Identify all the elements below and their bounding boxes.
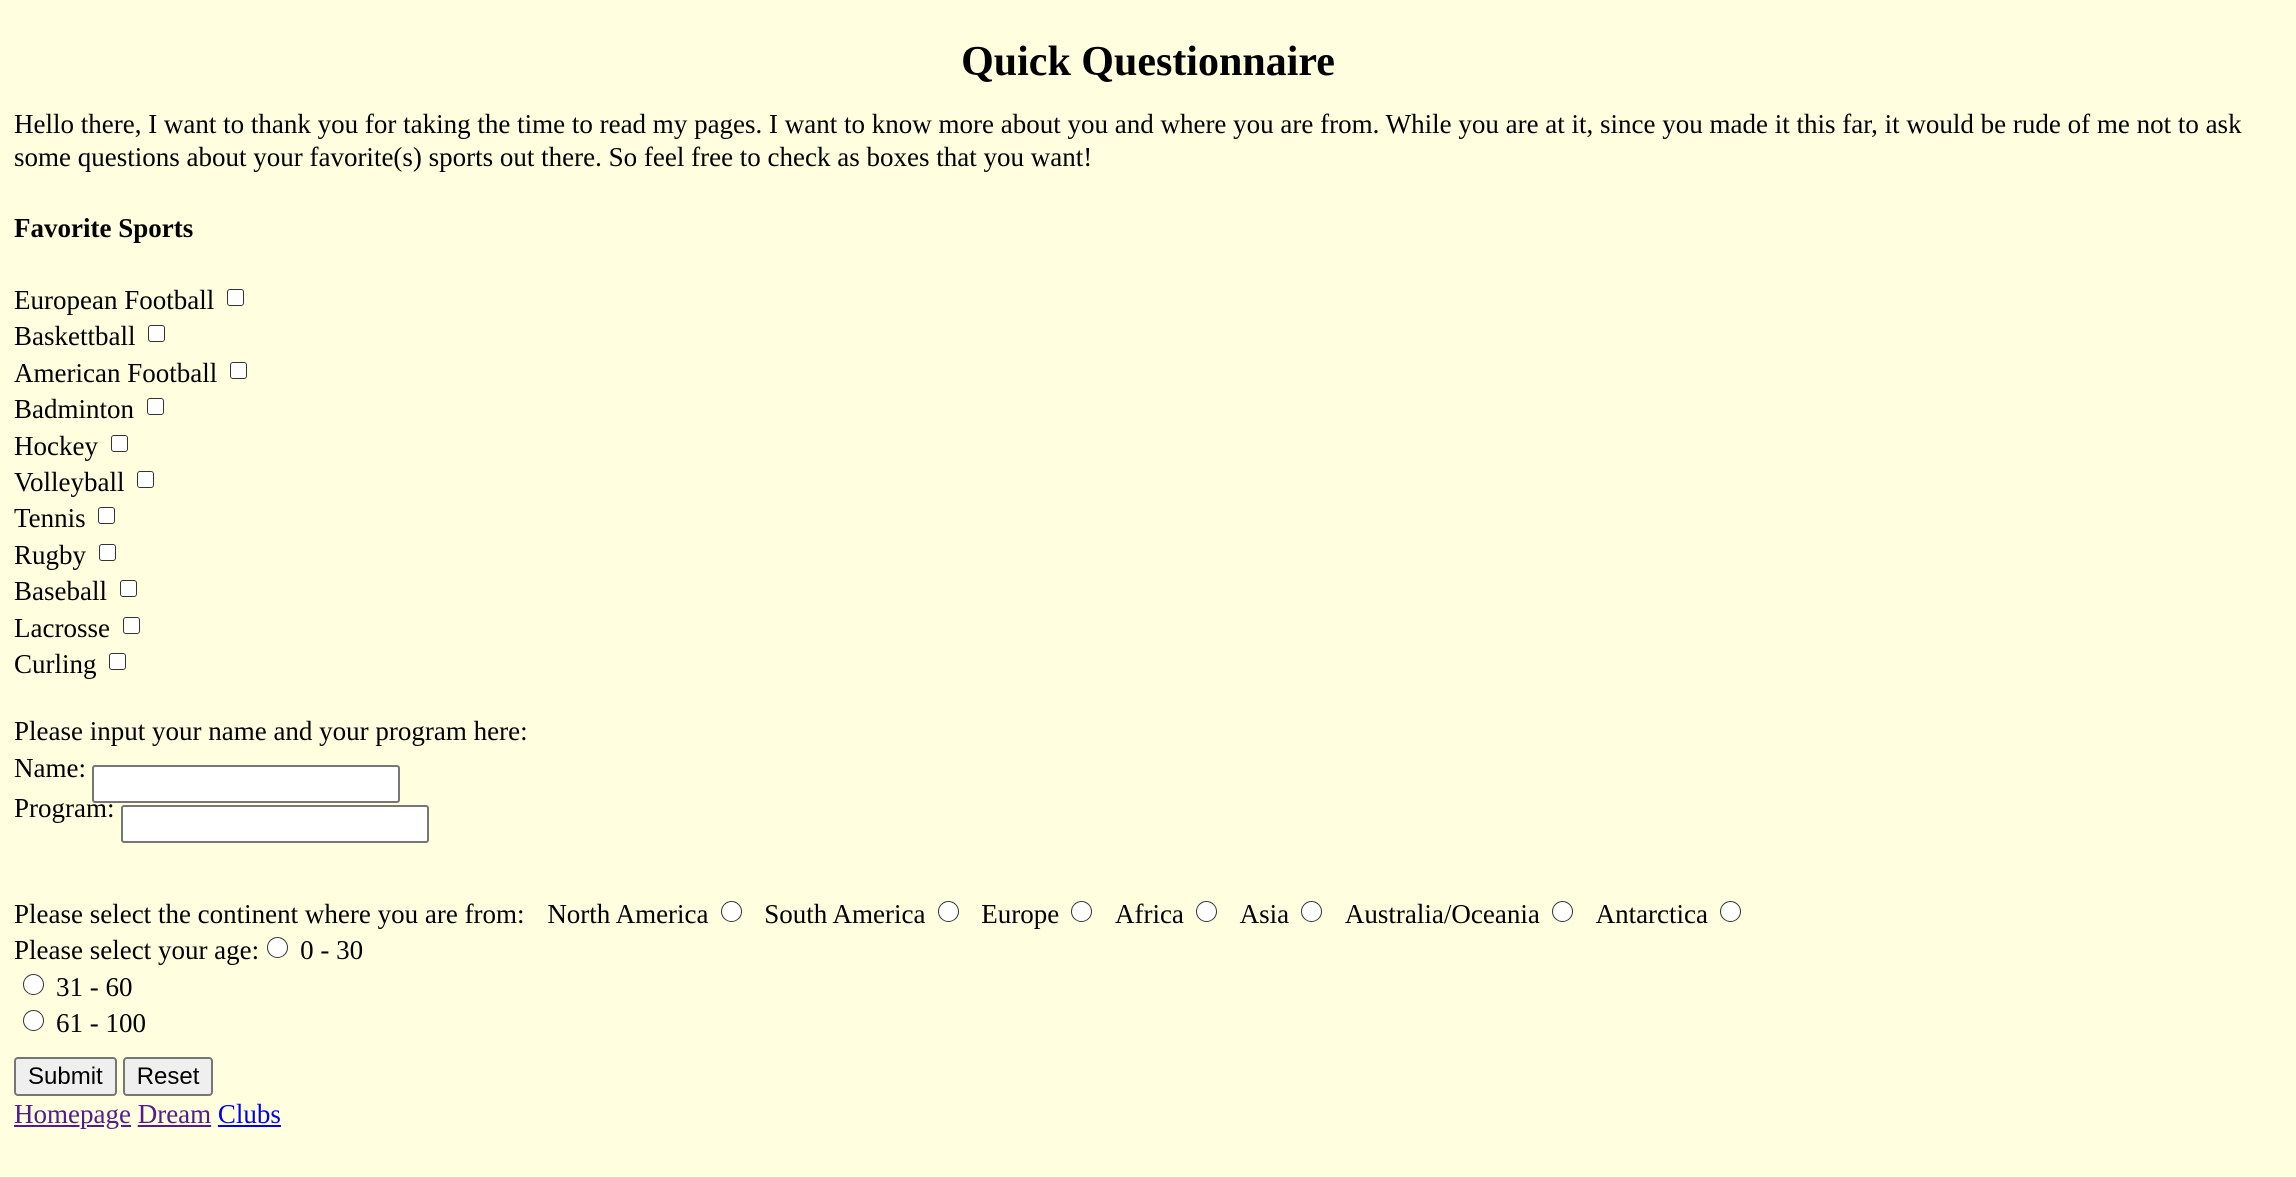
continent-option-europe: Europe [981, 899, 1093, 930]
program-label: Program: [14, 793, 115, 824]
north-america-radio[interactable] [720, 901, 742, 923]
sport-label: Volleyball [14, 466, 125, 497]
basketball-checkbox[interactable] [148, 325, 166, 343]
sport-label: Badminton [14, 394, 134, 425]
sports-list: European Football Baskettball American F… [14, 282, 2282, 682]
antarctica-radio[interactable] [1720, 901, 1742, 923]
continent-row: Please select the continent where you ar… [14, 896, 2282, 932]
sport-item-hockey: Hockey [14, 428, 2282, 464]
lacrosse-checkbox[interactable] [122, 616, 140, 634]
age-row-1: 31 - 60 [14, 969, 2282, 1005]
form-buttons: Submit Reset [14, 1057, 2282, 1097]
baseball-checkbox[interactable] [119, 580, 137, 598]
nav-links: Homepage Dream Clubs [14, 1096, 2282, 1132]
continent-label: Africa [1114, 899, 1184, 930]
continent-label: North America [547, 899, 709, 930]
continent-option-antarctica: Antarctica [1595, 899, 1742, 930]
submit-button[interactable]: Submit [14, 1057, 117, 1097]
age-row-2: 61 - 100 [14, 1005, 2282, 1041]
dream-link[interactable]: Dream [138, 1099, 211, 1129]
sport-label: Rugby [14, 539, 87, 570]
name-prompt: Please input your name and your program … [14, 716, 528, 747]
european-football-checkbox[interactable] [226, 289, 244, 306]
sport-item-lacrosse: Lacrosse [14, 610, 2282, 646]
reset-button[interactable]: Reset [122, 1057, 214, 1097]
rugby-checkbox[interactable] [98, 543, 116, 561]
program-row: Program: [14, 789, 2282, 843]
tennis-checkbox[interactable] [98, 507, 116, 525]
asia-radio[interactable] [1301, 901, 1323, 923]
continent-option-north-america: North America [547, 899, 742, 930]
continent-option-asia: Asia [1240, 899, 1323, 929]
clubs-link[interactable]: Clubs [218, 1099, 281, 1129]
homepage-link[interactable]: Homepage [14, 1099, 131, 1129]
sport-item-tennis: Tennis [14, 500, 2282, 536]
continent-option-south-america: South America [764, 899, 959, 930]
australia-oceania-radio[interactable] [1551, 901, 1573, 923]
intro-text: Hello there, I want to thank you for tak… [14, 109, 2242, 172]
sport-label: Baseball [14, 576, 107, 607]
sport-item-curling: Curling [14, 646, 2282, 682]
age-label: 31 - 60 [56, 971, 133, 1002]
age-prompt: Please select your age: [14, 935, 260, 966]
sports-heading: Favorite Sports [14, 213, 194, 243]
age-label: 0 - 30 [300, 935, 364, 966]
sport-label: Baskettball [14, 321, 136, 352]
europe-radio[interactable] [1071, 901, 1093, 923]
sport-label: Hockey [14, 430, 98, 461]
continent-label: South America [764, 899, 926, 930]
age-label: 61 - 100 [56, 1008, 146, 1039]
sport-label: Curling [14, 648, 97, 679]
badminton-checkbox[interactable] [146, 398, 164, 416]
sport-item-rugby: Rugby [14, 537, 2282, 573]
age-0-30-radio[interactable] [267, 937, 289, 959]
sport-item-badminton: Badminton [14, 391, 2282, 427]
volleyball-checkbox[interactable] [137, 470, 155, 488]
curling-checkbox[interactable] [109, 652, 127, 670]
program-input[interactable] [120, 804, 429, 843]
continent-option-africa: Africa [1115, 899, 1217, 929]
page-title: Quick Questionnaire [961, 39, 1335, 85]
continent-label: Asia [1239, 899, 1290, 930]
continent-label: Australia/Oceania [1344, 899, 1540, 930]
sport-label: European Football [14, 285, 215, 315]
age-31-60-radio[interactable] [23, 973, 44, 995]
africa-radio[interactable] [1195, 901, 1217, 923]
sport-item-american-football: American Football [14, 355, 2282, 391]
sport-label: Lacrosse [14, 612, 110, 643]
sport-label: American Football [14, 357, 218, 388]
sport-item-european-football: European Football [14, 282, 2282, 318]
age-61-100-radio[interactable] [23, 1010, 44, 1032]
south-america-radio[interactable] [937, 901, 959, 923]
sport-item-basketball: Baskettball [14, 318, 2282, 354]
continent-prompt: Please select the continent where you ar… [14, 899, 525, 930]
hockey-checkbox[interactable] [110, 434, 128, 452]
name-label: Name: [14, 753, 86, 784]
page: Quick Questionnaire Hello there, I want … [0, 0, 2296, 1132]
continent-label: Antarctica [1595, 899, 1709, 930]
american-football-checkbox[interactable] [229, 361, 247, 379]
sport-label: Tennis [14, 503, 86, 534]
sport-item-baseball: Baseball [14, 573, 2282, 609]
name-row: Name: [14, 749, 2282, 803]
sport-item-volleyball: Volleyball [14, 464, 2282, 500]
age-row-0: Please select your age: 0 - 30 [14, 932, 2282, 968]
continent-option-australia-oceania: Australia/Oceania [1345, 899, 1573, 929]
continent-label: Europe [981, 899, 1060, 930]
